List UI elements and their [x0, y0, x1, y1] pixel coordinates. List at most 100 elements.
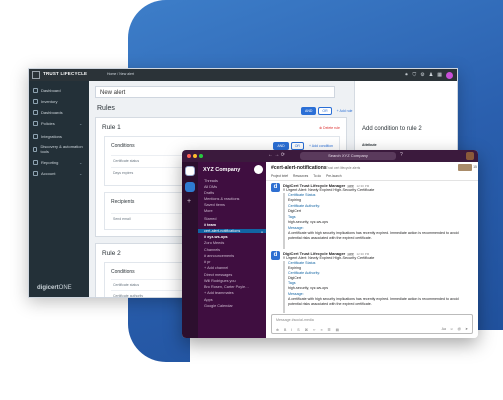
search-input[interactable]: Search XYZ Company [300, 152, 396, 160]
message-attachment: Certificate Status Expiring Certificate … [283, 193, 465, 249]
section-starred[interactable]: Starred [204, 217, 216, 221]
network-icon[interactable]: ⁕ [404, 71, 408, 79]
dm-item[interactable]: Will Rodrigues you [204, 279, 236, 283]
dashboards-icon [33, 110, 38, 115]
workspace-icon[interactable] [185, 166, 195, 176]
add-condition-button[interactable]: + Add condition [309, 144, 333, 148]
strike-icon[interactable]: S [297, 328, 299, 332]
member-avatars[interactable] [458, 164, 472, 171]
top-bar: TRUST LIFECYCLE Home / New alert ⁕ ⛉ ⚙ ♟… [29, 69, 457, 81]
workspace-name[interactable]: XYZ Company [203, 167, 240, 173]
add-rule-button[interactable]: + Add rule [337, 109, 353, 113]
add-channel-button[interactable]: + Add channel [204, 266, 228, 270]
bookmark-item[interactable]: Project brief [271, 174, 288, 178]
or-toggle[interactable]: OR [318, 107, 332, 115]
help-icon[interactable]: ? [400, 152, 403, 158]
channel-announcements[interactable]: # announcements [204, 254, 234, 258]
sidebar-item-inventory[interactable]: Inventory [33, 99, 57, 104]
condition-attribute: Certificate authority [113, 294, 144, 298]
add-workspace-icon[interactable]: + [187, 198, 191, 205]
member-count[interactable]: 15 [473, 165, 477, 169]
cart-icon[interactable]: ⛉ [413, 71, 417, 79]
workspace-icon-2[interactable] [185, 182, 195, 192]
sidebar-item-discovery[interactable]: Discovery & automation tools [33, 144, 83, 154]
bookmark-item[interactable]: Pre-launch [326, 174, 341, 178]
link-icon[interactable]: ⌘ [305, 328, 309, 332]
italic-icon[interactable]: I [291, 328, 292, 332]
close-icon[interactable] [187, 154, 191, 158]
sidebar-item-dashboard[interactable]: Dashboard [33, 88, 61, 93]
channel-description: Trust cert lifecycle alerts [326, 166, 361, 170]
window-controls [187, 154, 203, 158]
sidebar-item-mentions[interactable]: Mentions & reactions [204, 197, 239, 201]
dm-item[interactable]: Bro Rosen, Carter Poyle… [204, 285, 249, 289]
breadcrumb[interactable]: Home / New alert [107, 72, 134, 76]
maximize-icon[interactable] [199, 154, 203, 158]
channel-cert-alerts[interactable]: cert-alert-notifications ▪▪ [198, 229, 266, 234]
numbered-list-icon[interactable]: ☰ [328, 328, 331, 332]
background-cutout [190, 330, 503, 400]
bookmark-item[interactable]: To do [313, 174, 321, 178]
and-toggle[interactable]: AND [301, 107, 317, 115]
sidebar-item-threads[interactable]: Threads [204, 179, 218, 183]
sidebar-item-drafts[interactable]: Drafts [204, 191, 214, 195]
field-value: A certificate with high security implica… [288, 297, 459, 306]
bookmark-item[interactable]: Resources [293, 174, 308, 178]
bold-icon[interactable]: B [284, 328, 286, 332]
sidebar-item-more[interactable]: More [204, 209, 213, 213]
code-icon[interactable]: ‹› [313, 328, 315, 332]
mention-icon[interactable]: @ [458, 327, 462, 331]
field-value: A certificate with high security implica… [288, 231, 459, 240]
section-apps[interactable]: Apps [204, 298, 213, 302]
user-icon[interactable]: ♟ [429, 71, 433, 79]
slack-window: ← → ⟳ Search XYZ Company ? + XYZ Company… [182, 150, 478, 338]
app-google-calendar[interactable]: Google Calendar [204, 304, 233, 308]
avatar[interactable] [466, 152, 474, 160]
compose-icon[interactable] [254, 165, 263, 174]
sidebar-item-label: Policies [41, 121, 55, 126]
sidebar-item-policies[interactable]: Policies ⌄ [33, 121, 82, 126]
sidebar-item-account[interactable]: Account ⌄ [33, 171, 82, 176]
list-icon[interactable]: ≡ [320, 328, 322, 332]
app-avatar[interactable]: d [271, 251, 280, 260]
message-attachment: Certificate Status Expiring Certificate … [283, 261, 465, 313]
channel-zoro-meeds[interactable]: Zoro Meeds [204, 241, 224, 245]
or-toggle[interactable]: OR [290, 142, 304, 150]
channel-team[interactable]: # team [204, 223, 216, 227]
format-toolbar: ⊕ B I S ⌘ ‹› ≡ ☰ ▤ [276, 328, 339, 332]
history-nav[interactable]: ← → ⟳ [268, 152, 285, 158]
delete-rule-button[interactable]: ⊗ Delete rule [319, 126, 340, 130]
avatar[interactable] [446, 71, 453, 79]
field-value: Expiring [288, 198, 301, 202]
sidebar-item-all-dms[interactable]: All DMs [204, 185, 217, 189]
section-direct-messages[interactable]: Direct messages [204, 273, 232, 277]
send-icon[interactable]: ➤ [465, 327, 468, 331]
channel-pr[interactable]: # pr [204, 260, 211, 264]
alert-name-input[interactable]: New alert [95, 86, 335, 98]
add-teammates-button[interactable]: + Add teammates [204, 291, 234, 295]
field-label: Certificate Authority: [288, 271, 321, 275]
and-toggle[interactable]: AND [273, 142, 289, 150]
message: d DigiCert Trust Lifecycle Manager APP 12:… [271, 183, 471, 249]
text-format-icon[interactable]: Aa [442, 327, 446, 331]
sidebar-item-reporting[interactable]: Reporting ⌄ [33, 160, 82, 165]
apps-grid-icon[interactable]: ▦ [437, 71, 442, 79]
emoji-icon[interactable]: ☺ [450, 327, 454, 331]
sidebar-item-dashboards[interactable]: Dashboards [33, 110, 63, 115]
conditions-title: Conditions [111, 269, 135, 275]
field-label: Tags [288, 281, 296, 285]
channel-xyz-ws-ops[interactable]: # xyz-ws-ops [204, 235, 228, 239]
code-block-icon[interactable]: ▤ [336, 328, 339, 332]
sidebar-item-integrations[interactable]: Integrations [33, 134, 62, 139]
message-composer[interactable]: Message #social-media ⊕ B I S ⌘ ‹› ≡ ☰ ▤… [271, 314, 473, 334]
gear-icon[interactable]: ⚙ [420, 71, 424, 79]
title-bar: ← → ⟳ Search XYZ Company ? [182, 150, 478, 162]
section-channels[interactable]: Channels [204, 248, 220, 252]
channel-title[interactable]: #cert-alert-notifications [271, 165, 327, 171]
app-avatar[interactable]: d [271, 183, 280, 192]
rule-title: Rule 2 [102, 250, 121, 257]
minimize-icon[interactable] [193, 154, 197, 158]
plus-icon[interactable]: ⊕ [276, 328, 279, 332]
sidebar-item-saved[interactable]: Saved items [204, 203, 225, 207]
composer-input[interactable]: Message #social-media [276, 318, 314, 322]
